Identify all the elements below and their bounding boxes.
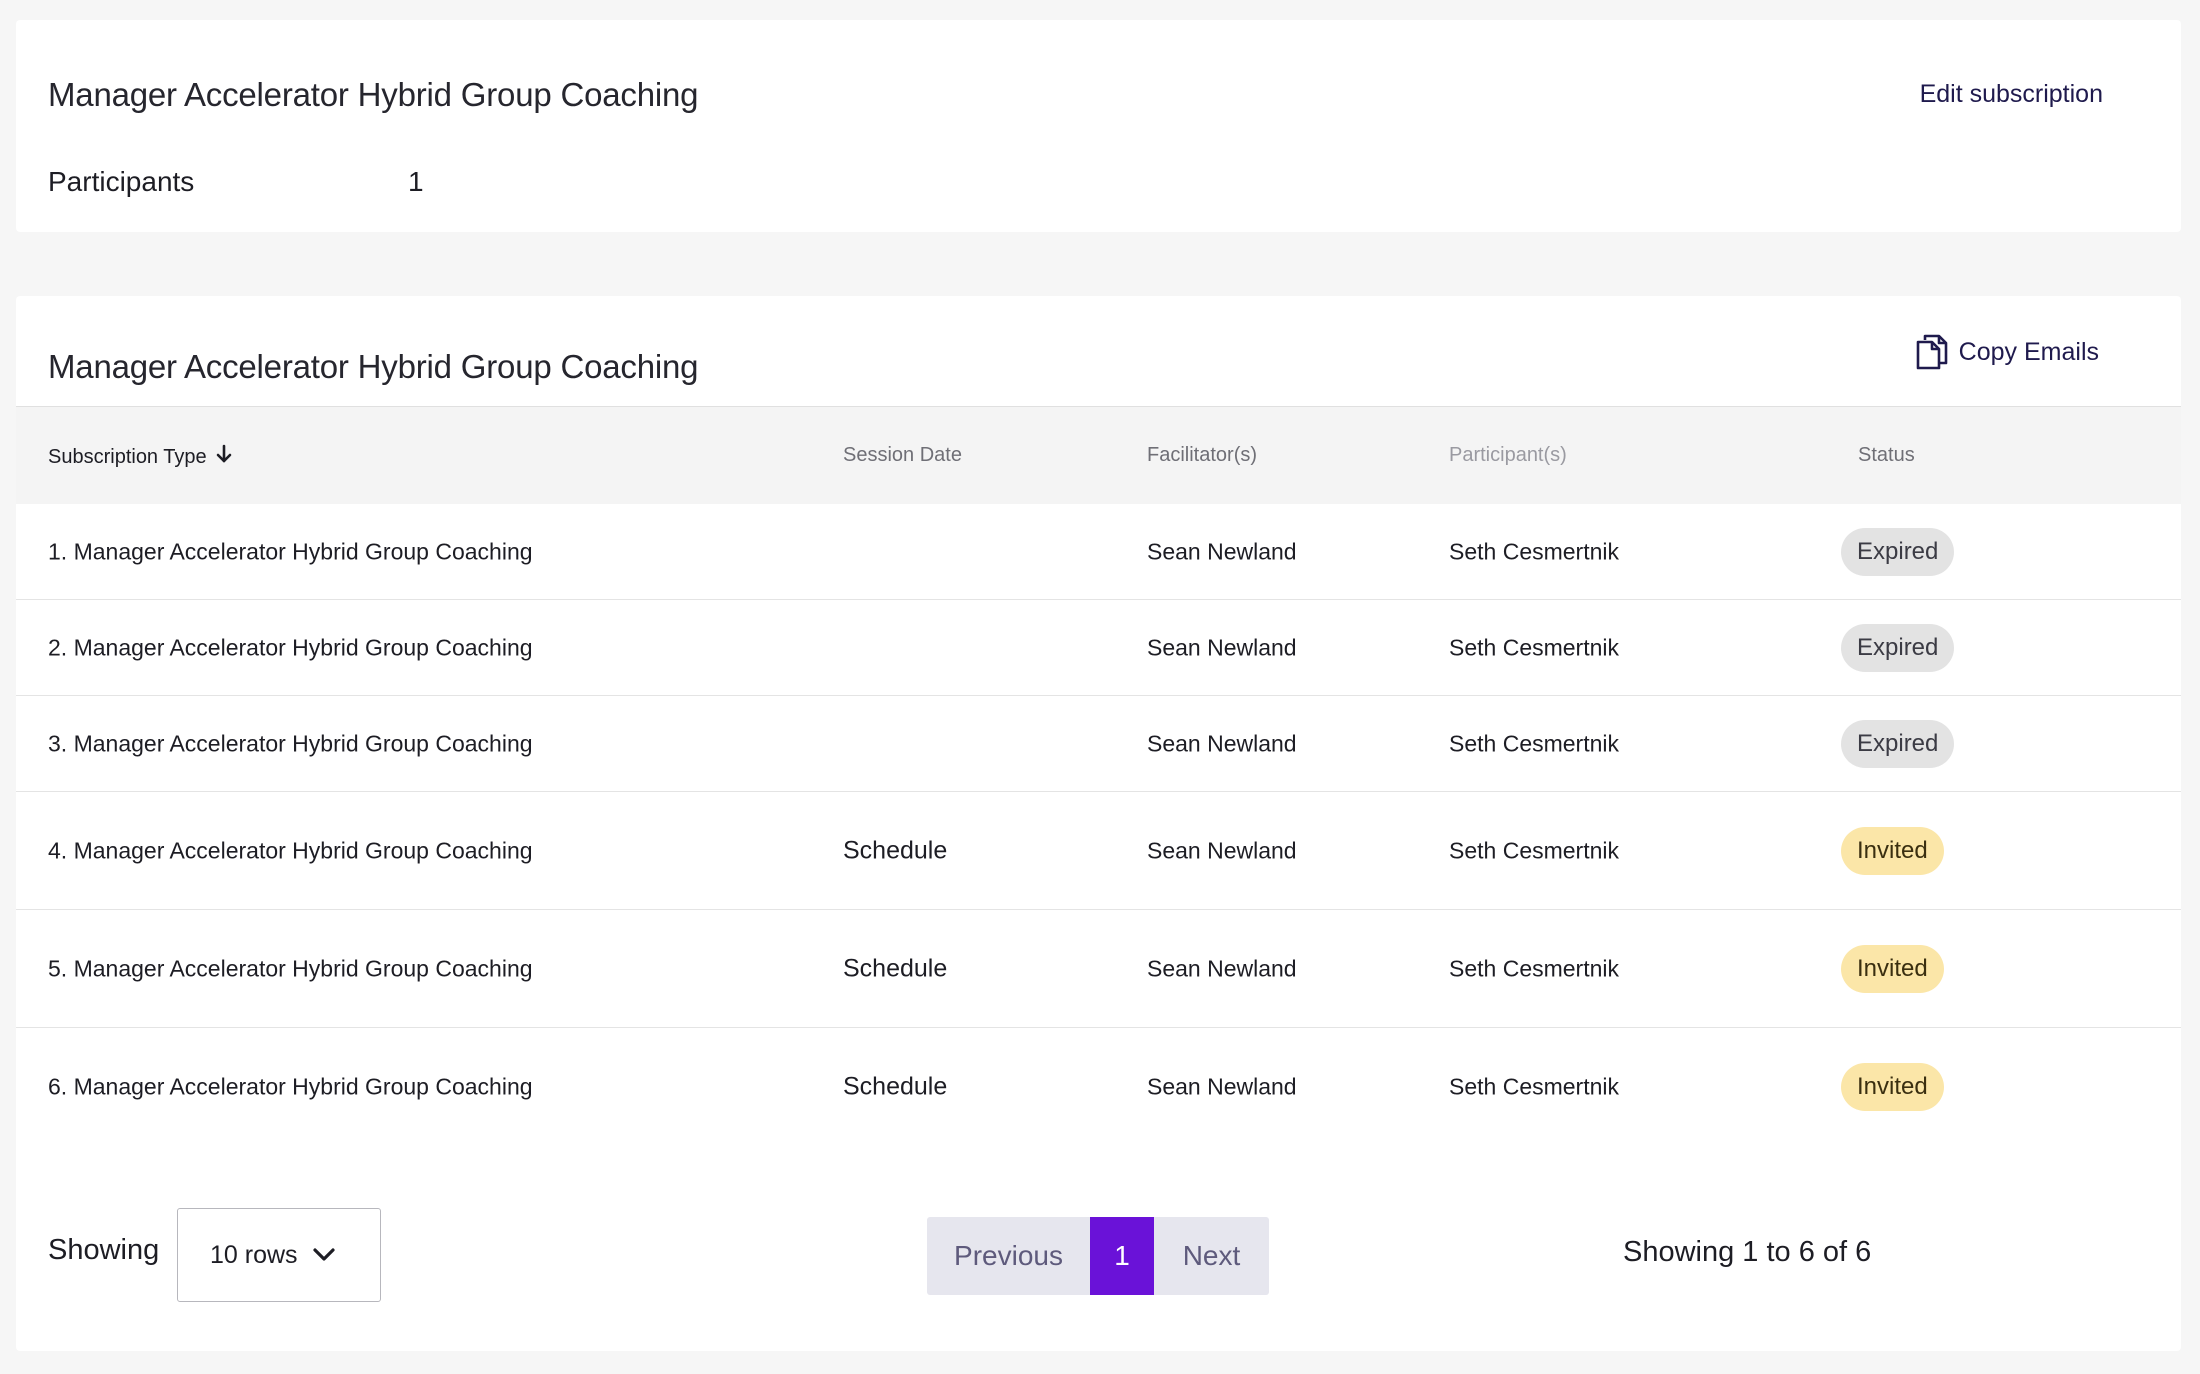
row-participant: Seth Cesmertnik [1449,955,1620,981]
row-subscription-type: 5. Manager Accelerator Hybrid Group Coac… [48,955,533,981]
status-badge: Expired [1841,719,1955,768]
participants-count: 1 [408,166,424,197]
row-participant: Seth Cesmertnik [1449,730,1620,756]
pagination: Previous 1 Next [927,1217,1269,1295]
subscription-title: Manager Accelerator Hybrid Group Coachin… [48,76,699,113]
row-subscription-type: 6. Manager Accelerator Hybrid Group Coac… [48,1073,533,1100]
pagination-summary: Showing 1 to 6 of 6 [1623,1236,1872,1268]
table-row: 3. Manager Accelerator Hybrid Group Coac… [16,696,2181,792]
row-facilitator: Sean Newland [1147,837,1297,863]
status-badge: Expired [1841,623,1955,672]
column-header-subscription-type[interactable]: Subscription Type [48,444,233,470]
table-row: 5. Manager Accelerator Hybrid Group Coac… [16,910,2181,1028]
previous-page-button[interactable]: Previous [927,1217,1090,1295]
arrow-down-icon [215,444,233,470]
status-badge: Invited [1841,826,1944,875]
row-subscription-type: 1. Manager Accelerator Hybrid Group Coac… [48,538,533,564]
chevron-down-icon [312,1241,336,1270]
row-participant: Seth Cesmertnik [1449,1073,1620,1100]
column-header-participants: Participant(s) [1449,444,1567,466]
table-row: 2. Manager Accelerator Hybrid Group Coac… [16,600,2181,696]
row-participant: Seth Cesmertnik [1449,634,1620,660]
copy-icon [1915,333,1949,371]
copy-emails-label: Copy Emails [1958,337,2099,366]
schedule-link[interactable]: Schedule [843,836,947,865]
row-facilitator: Sean Newland [1147,538,1297,564]
next-page-button[interactable]: Next [1154,1217,1269,1295]
copy-emails-button[interactable]: Copy Emails [1915,330,2099,374]
sessions-card: Manager Accelerator Hybrid Group Coachin… [16,296,2181,1351]
row-participant: Seth Cesmertnik [1449,837,1620,863]
column-header-session-date: Session Date [843,444,962,466]
sessions-title: Manager Accelerator Hybrid Group Coachin… [48,348,699,385]
row-subscription-type: 4. Manager Accelerator Hybrid Group Coac… [48,837,533,863]
status-badge: Invited [1841,1063,1944,1111]
rows-per-page-select[interactable]: 10 rows [177,1208,381,1302]
status-badge: Expired [1841,527,1955,576]
table-row: 6. Manager Accelerator Hybrid Group Coac… [16,1028,2181,1146]
schedule-link[interactable]: Schedule [843,1073,947,1102]
showing-label: Showing [48,1234,160,1266]
row-subscription-type: 3. Manager Accelerator Hybrid Group Coac… [48,730,533,756]
row-facilitator: Sean Newland [1147,1073,1297,1100]
schedule-link[interactable]: Schedule [843,954,947,983]
table-row: 1. Manager Accelerator Hybrid Group Coac… [16,504,2181,600]
status-badge: Invited [1841,944,1944,993]
row-participant: Seth Cesmertnik [1449,538,1620,564]
table-header: Subscription Type Session Date Facilitat… [16,406,2181,504]
row-facilitator: Sean Newland [1147,955,1297,981]
subscription-summary-card: Manager Accelerator Hybrid Group Coachin… [16,20,2181,232]
table-row: 4. Manager Accelerator Hybrid Group Coac… [16,792,2181,910]
column-header-label: Subscription Type [48,445,207,468]
participants-label: Participants [48,166,195,197]
page-1-button[interactable]: 1 [1090,1217,1154,1295]
edit-subscription-link[interactable]: Edit subscription [1920,80,2103,109]
rows-per-page-value: 10 rows [210,1240,298,1269]
column-header-status: Status [1858,444,1915,466]
column-header-facilitators: Facilitator(s) [1147,444,1258,466]
row-facilitator: Sean Newland [1147,730,1297,756]
row-facilitator: Sean Newland [1147,634,1297,660]
row-subscription-type: 2. Manager Accelerator Hybrid Group Coac… [48,634,533,660]
